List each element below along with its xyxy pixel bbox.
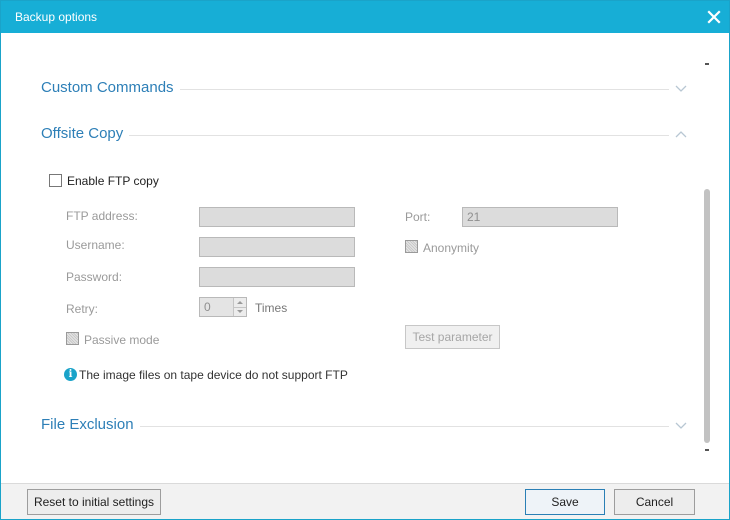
section-custom-commands[interactable]: Custom Commands (41, 79, 687, 99)
scroll-down-icon[interactable] (705, 449, 709, 451)
stepper-down-icon[interactable] (234, 307, 246, 316)
scroll-up-icon[interactable] (705, 63, 709, 65)
port-input[interactable] (462, 207, 618, 227)
section-file-exclusion[interactable]: File Exclusion (41, 416, 687, 436)
chevron-up-icon[interactable] (675, 129, 687, 139)
anonymity-label: Anonymity (423, 241, 480, 255)
stepper-arrows[interactable] (233, 298, 246, 316)
chevron-down-icon[interactable] (675, 83, 687, 93)
retry-stepper[interactable]: 0 (199, 297, 247, 317)
retry-label: Retry: (66, 302, 99, 316)
section-divider (131, 426, 669, 427)
dialog-footer: Reset to initial settings Save Cancel (1, 483, 729, 519)
section-title-offsite-copy: Offsite Copy (41, 125, 130, 142)
section-title-custom-commands: Custom Commands (41, 79, 180, 96)
close-icon[interactable] (705, 8, 723, 26)
anonymity-checkbox[interactable] (405, 240, 418, 253)
chevron-down-icon[interactable] (675, 420, 687, 430)
enable-ftp-label: Enable FTP copy (67, 174, 159, 188)
passive-mode-label: Passive mode (84, 333, 160, 347)
info-icon: i (64, 368, 77, 381)
window-title: Backup options (15, 10, 98, 24)
enable-ftp-checkbox[interactable] (49, 174, 62, 187)
section-divider (171, 89, 669, 90)
username-input[interactable] (199, 237, 355, 257)
options-content: Custom Commands Offsite Copy Enable FTP … (1, 33, 729, 483)
ftp-address-input[interactable] (199, 207, 355, 227)
section-offsite-copy[interactable]: Offsite Copy (41, 125, 687, 145)
info-text: The image files on tape device do not su… (79, 368, 348, 382)
port-label: Port: (405, 210, 431, 224)
save-button[interactable]: Save (525, 489, 605, 515)
section-title-file-exclusion: File Exclusion (41, 416, 140, 433)
scrollbar-thumb[interactable] (704, 189, 710, 443)
section-divider (127, 135, 669, 136)
password-label: Password: (66, 270, 123, 284)
backup-options-dialog: Backup options Custom Commands Offsite C… (0, 0, 730, 520)
password-input[interactable] (199, 267, 355, 287)
test-parameter-button[interactable]: Test parameter (405, 325, 500, 349)
cancel-button[interactable]: Cancel (614, 489, 695, 515)
stepper-up-icon[interactable] (234, 298, 246, 307)
retry-value: 0 (204, 300, 211, 314)
passive-mode-checkbox[interactable] (66, 332, 79, 345)
ftp-address-label: FTP address: (66, 209, 138, 223)
reset-settings-button[interactable]: Reset to initial settings (27, 489, 161, 515)
retry-unit-label: Times (255, 301, 288, 315)
username-label: Username: (66, 238, 125, 252)
title-bar: Backup options (1, 1, 729, 33)
